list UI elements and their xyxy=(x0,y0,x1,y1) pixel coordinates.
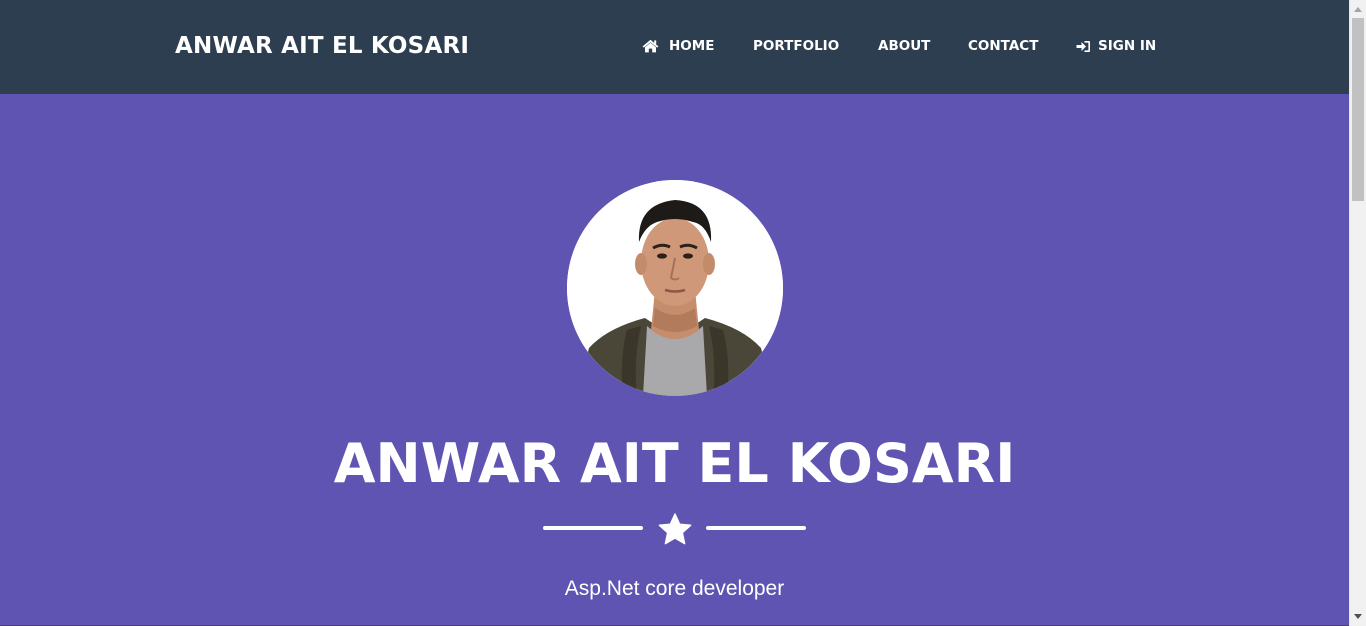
avatar xyxy=(567,180,783,396)
nav-item-label: ABOUT xyxy=(878,38,931,54)
nav-item-home[interactable]: HOME xyxy=(642,36,714,56)
nav-item-label: SIGN IN xyxy=(1098,38,1157,54)
nav-item-contact[interactable]: CONTACT xyxy=(968,36,1038,56)
nav-item-label: HOME xyxy=(669,38,715,54)
scrollbar-thumb[interactable] xyxy=(1352,18,1364,201)
home-icon xyxy=(642,39,659,53)
scroll-down-arrow-icon[interactable] xyxy=(1354,614,1362,619)
navbar: ANWAR AIT EL KOSARI HOME PORTFOLIO ABOUT xyxy=(0,0,1349,94)
vertical-scrollbar[interactable] xyxy=(1349,0,1366,626)
sign-in-icon xyxy=(1076,40,1091,53)
page: ANWAR AIT EL KOSARI HOME PORTFOLIO ABOUT xyxy=(0,0,1349,626)
divider-line-right xyxy=(706,526,806,530)
nav-item-sign-in[interactable]: SIGN IN xyxy=(1076,36,1156,56)
hero-subtitle: Asp.Net core developer xyxy=(564,577,785,600)
nav-item-label: PORTFOLIO xyxy=(753,38,840,54)
nav-item-about[interactable]: ABOUT xyxy=(878,36,930,56)
nav-item-portfolio[interactable]: PORTFOLIO xyxy=(753,36,839,56)
star-icon xyxy=(658,513,692,545)
divider-line-left xyxy=(543,526,643,530)
nav-item-label: CONTACT xyxy=(968,38,1039,54)
nav-menu: HOME PORTFOLIO ABOUT CONTACT SIGN IN xyxy=(0,36,1349,56)
scroll-up-arrow-icon[interactable] xyxy=(1354,7,1362,12)
hero-title: ANWAR AIT EL KOSARI xyxy=(333,432,1016,495)
